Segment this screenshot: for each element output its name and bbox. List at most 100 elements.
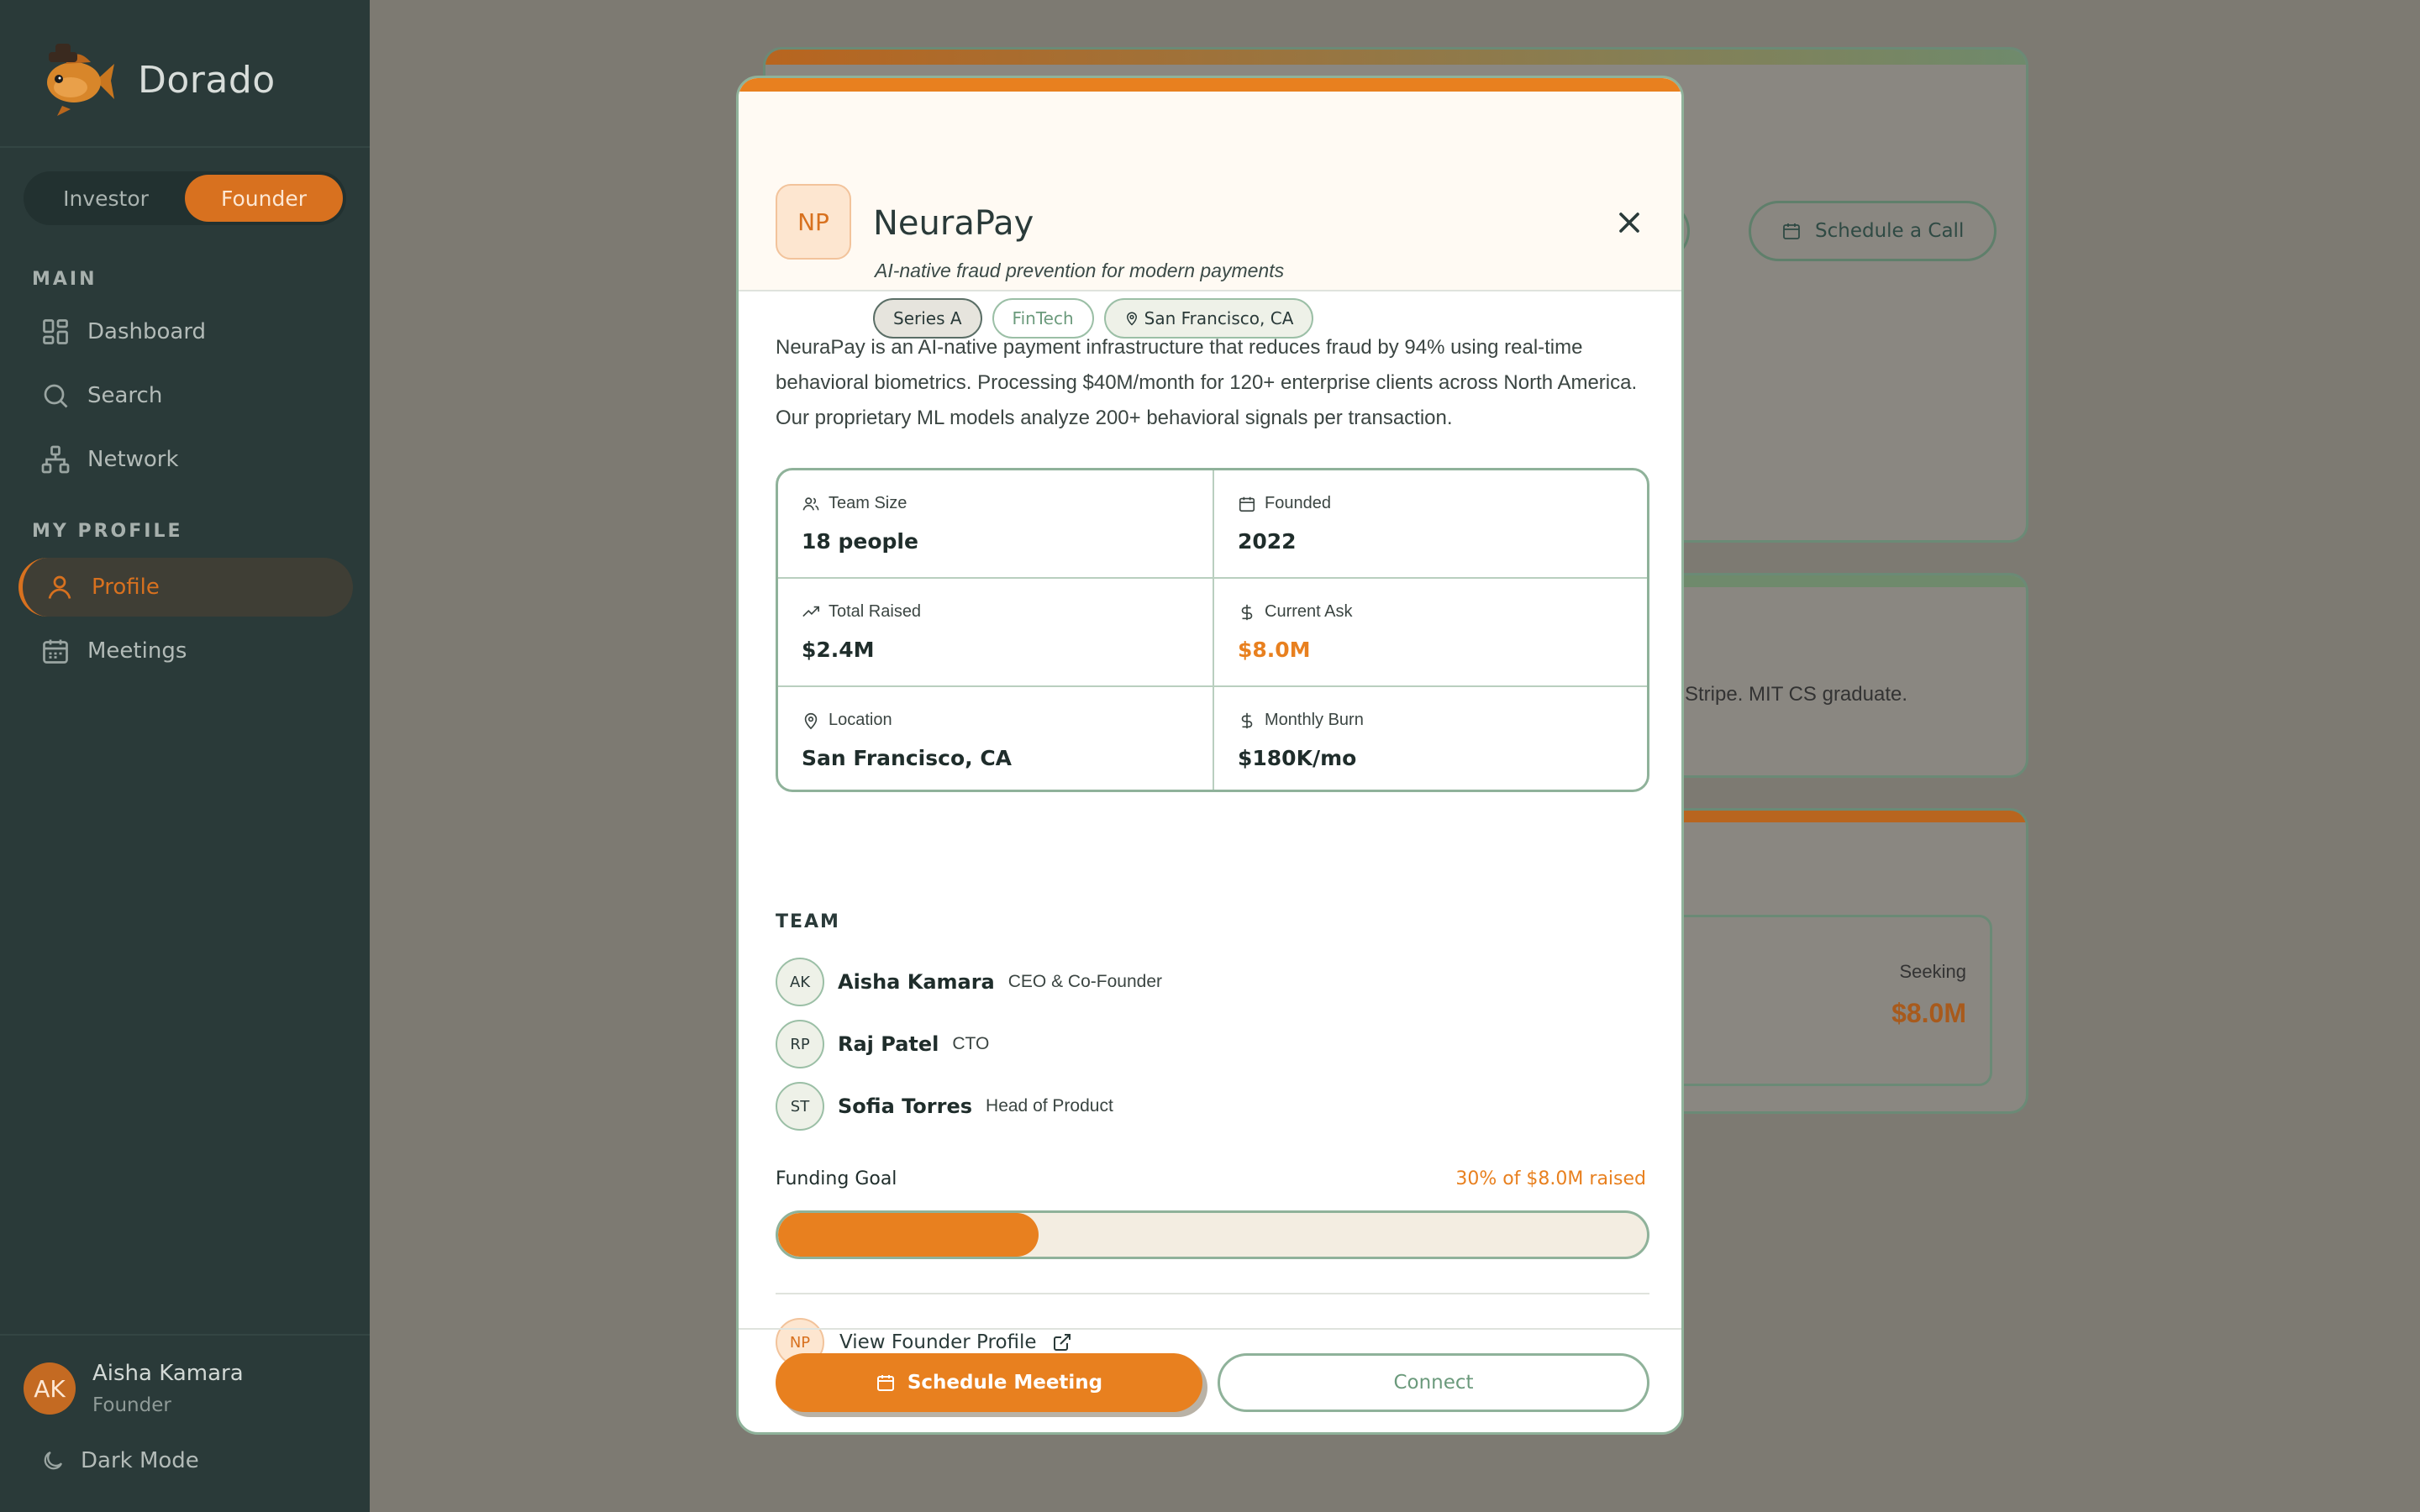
connect-label: Connect	[1393, 1372, 1474, 1394]
section-profile-label: MY PROFILE	[32, 521, 183, 542]
sidebar-item-label: Network	[87, 447, 179, 472]
modal-accent-strip	[739, 78, 1681, 92]
member-role: CEO & Co-Founder	[1007, 972, 1162, 991]
brand[interactable]: Dorado	[37, 42, 276, 118]
sidebar-item-label: Meetings	[87, 638, 187, 664]
stat-value: 18 people	[802, 529, 918, 554]
seeking-value: $8.0M	[1891, 998, 1966, 1028]
stat-value: $180K/mo	[1238, 746, 1357, 770]
stat-monthly-burn: Monthly Burn $180K/mo	[1214, 687, 1647, 790]
schedule-meeting-button[interactable]: Schedule Meeting	[776, 1353, 1202, 1412]
goldfish-logo-icon	[47, 44, 114, 116]
stat-label: Monthly Burn	[1265, 711, 1364, 729]
stat-value: San Francisco, CA	[802, 746, 1013, 770]
calendar-icon	[1239, 496, 1255, 512]
calendar-icon	[876, 1375, 894, 1391]
member-role: Head of Product	[986, 1096, 1113, 1116]
stat-total-raised: Total Raised $2.4M	[778, 579, 1213, 685]
dark-mode-toggle[interactable]: Dark Mode	[40, 1448, 199, 1473]
company-description: NeuraPay is an AI-native payment infrast…	[776, 336, 1638, 429]
avatar: AK	[24, 1362, 76, 1415]
stat-value: $8.0M	[1238, 638, 1311, 662]
section-divider	[776, 1293, 1649, 1294]
calendar-icon	[43, 639, 68, 664]
connect-button[interactable]: Connect	[1218, 1353, 1649, 1412]
bio-fragment: Stripe. MIT CS graduate.	[1685, 683, 1908, 706]
network-icon	[41, 445, 70, 474]
schedule-call-label: Schedule a Call	[1815, 220, 1965, 242]
stat-label: Team Size	[829, 494, 908, 512]
role-founder-button[interactable]: Founder	[185, 175, 343, 222]
user-profile-summary[interactable]: AK Aisha Kamara Founder	[24, 1361, 244, 1416]
member-role: CTO	[952, 1034, 990, 1053]
sidebar: Dorado Investor Founder MAIN Dashboard S…	[0, 0, 370, 1512]
trending-up-icon	[802, 606, 819, 617]
sidebar-item-dashboard[interactable]: Dashboard	[18, 302, 353, 361]
card-strip	[765, 50, 2026, 65]
close-icon[interactable]	[1612, 206, 1646, 239]
dollar-icon	[1241, 604, 1253, 620]
stat-label: Location	[829, 711, 892, 729]
stat-team-size: Team Size 18 people	[778, 470, 1213, 577]
stat-value: 2022	[1238, 529, 1297, 554]
user-name: Aisha Kamara	[92, 1361, 244, 1386]
stat-founded: Founded 2022	[1214, 470, 1647, 577]
footer-divider	[739, 1328, 1681, 1330]
member-name: Aisha Kamara	[838, 970, 995, 994]
schedule-meeting-label: Schedule Meeting	[907, 1372, 1103, 1394]
funding-goal-label: Funding Goal	[776, 1168, 897, 1189]
stat-label: Founded	[1265, 494, 1331, 512]
stat-value: $2.4M	[802, 638, 875, 662]
search-icon	[44, 384, 68, 408]
sidebar-divider	[0, 1334, 370, 1336]
external-link-icon	[1053, 1334, 1071, 1351]
startup-detail-modal: NP NeuraPay AI-native fraud prevention f…	[736, 76, 1684, 1435]
stat-label: Total Raised	[829, 602, 922, 621]
seeking-label: Seeking	[1899, 961, 1966, 982]
founder-link-label: View Founder Profile	[839, 1331, 1037, 1353]
stats-grid: Team Size 18 people Founded 2022 Total R…	[776, 468, 1649, 792]
member-name: Raj Patel	[838, 1032, 939, 1056]
avatar: RP	[776, 1020, 824, 1068]
member-name: Sofia Torres	[838, 1095, 973, 1118]
grid-icon	[43, 319, 68, 344]
calendar-icon	[1783, 223, 1800, 239]
user-role: Founder	[92, 1394, 171, 1416]
map-pin-icon	[804, 712, 818, 729]
sidebar-divider	[0, 146, 370, 148]
company-logo: NP	[776, 184, 851, 260]
user-icon	[48, 575, 71, 599]
dollar-icon	[1241, 712, 1253, 728]
stat-label: Current Ask	[1265, 602, 1353, 621]
sidebar-item-label: Dashboard	[87, 319, 207, 344]
sidebar-item-network[interactable]: Network	[18, 430, 353, 489]
map-pin-icon	[1126, 312, 1137, 326]
sidebar-item-profile[interactable]: Profile	[18, 558, 353, 617]
role-investor-button[interactable]: Investor	[27, 175, 185, 222]
funding-progress-fill	[778, 1213, 1039, 1257]
avatar: ST	[776, 1082, 824, 1131]
team-member: RP Raj Patel CTO	[776, 1019, 989, 1069]
sidebar-item-label: Profile	[92, 575, 160, 600]
users-icon	[802, 496, 819, 511]
dark-mode-label: Dark Mode	[81, 1448, 199, 1473]
funding-status: 30% of $8.0M raised	[1455, 1168, 1646, 1189]
role-toggle: Investor Founder	[24, 171, 346, 225]
team-member: AK Aisha Kamara CEO & Co-Founder	[776, 957, 1162, 1007]
app-name: Dorado	[138, 58, 276, 102]
section-main-label: MAIN	[32, 269, 97, 290]
sidebar-item-label: Search	[87, 383, 163, 408]
funding-progress-bar	[776, 1210, 1649, 1259]
company-tagline: AI-native fraud prevention for modern pa…	[875, 260, 1285, 281]
moon-icon	[44, 1451, 63, 1470]
team-heading: TEAM	[776, 911, 840, 932]
avatar: AK	[776, 958, 824, 1006]
sidebar-item-meetings[interactable]: Meetings	[18, 622, 353, 680]
location-chip-label: San Francisco, CA	[1144, 308, 1294, 328]
team-member: ST Sofia Torres Head of Product	[776, 1081, 1113, 1131]
stat-location: Location San Francisco, CA	[778, 687, 1213, 790]
sidebar-item-search[interactable]: Search	[18, 366, 353, 425]
schedule-call-button[interactable]: Schedule a Call	[1749, 201, 1997, 261]
company-name: NeuraPay	[873, 204, 1034, 243]
stat-current-ask: Current Ask $8.0M	[1214, 579, 1647, 685]
